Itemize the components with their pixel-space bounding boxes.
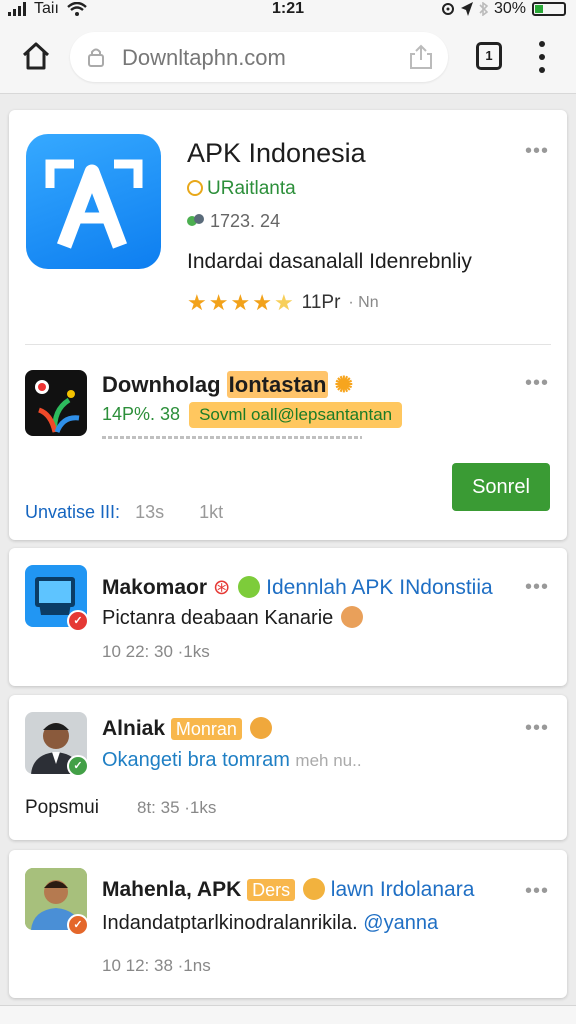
letter-a-logo [45, 159, 143, 249]
status-bar: Taiı 1:21 30% [0, 0, 576, 20]
divider [25, 344, 551, 345]
post-card[interactable]: ✓ Mahenla, APK Ders lawn Irdolanara ••• … [9, 850, 567, 998]
url-bar[interactable]: Downltaphn.com [70, 32, 448, 82]
post-card[interactable]: ✓ Makomaor ⊛ Idennlah APK INdonstiia •••… [9, 548, 567, 686]
verified-badge-icon: ✓ [67, 755, 89, 777]
post-link[interactable]: lawn Irdolanara [331, 878, 475, 901]
developer-text: URaitlanta [207, 178, 296, 199]
rating-text: 11Pr [301, 292, 341, 313]
post-card[interactable]: ✓ Alniak Monran ••• Okangeti bra tomram … [9, 695, 567, 840]
post-body-faint: meh nu.. [295, 751, 362, 770]
notification-badge-icon: ✓ [67, 610, 89, 632]
battery-fill [535, 5, 543, 13]
sun-emoji-icon: ✺ [334, 372, 354, 397]
post-tag: Monran [170, 718, 242, 740]
home-icon[interactable] [20, 40, 52, 72]
developer-name[interactable]: URaitlanta [187, 178, 296, 200]
app-card[interactable]: APK Indonesia ••• URaitlanta 1723. 24 In… [9, 110, 567, 540]
download-count: 1723. 24 [187, 211, 280, 232]
more-options-icon[interactable]: ••• [525, 880, 549, 903]
related-title-text: Downholag [102, 372, 221, 397]
tab-switcher-button[interactable]: 1 [476, 42, 502, 70]
faint-text-line [102, 436, 362, 439]
face-emoji-icon [340, 606, 363, 628]
bottom-navigation-bar [0, 1005, 576, 1024]
face-emoji-icon [302, 878, 325, 900]
status-right: 30% [441, 0, 566, 18]
battery-percent: 30% [493, 0, 526, 17]
location-icon [460, 2, 473, 16]
paint-splash-icon [35, 380, 80, 433]
app-description: Indardai dasanalall Idenrebnliy [187, 250, 472, 273]
related-meta-text: 14P%. 38 [102, 404, 181, 424]
download-count-text: 1723. 24 [210, 211, 281, 231]
related-tag: Sovml oall@lepsantantan [189, 402, 403, 428]
related-app-meta: 14P%. 38 Sovml oall@lepsantantan [102, 402, 403, 428]
footer-time: 13s [135, 502, 165, 522]
post-time: 10 22: 30 ·1ks [102, 642, 210, 661]
face-emoji-icon [249, 717, 272, 739]
rating-count: · Nn [348, 294, 379, 311]
bluetooth-icon [479, 2, 488, 16]
post-header: Makomaor ⊛ Idennlah APK INdonstiia [102, 575, 493, 600]
post-header: Alniak Monran [102, 717, 272, 741]
post-header: Mahenla, APK Ders lawn Irdolanara [102, 878, 474, 902]
related-app-title[interactable]: Downholag Iontastan ✺ [102, 371, 354, 398]
smile-emoji-icon [238, 576, 261, 598]
app-logo-icon [26, 134, 161, 269]
browser-toolbar: Downltaphn.com 1 [0, 20, 576, 94]
star-icon: ★ [208, 290, 229, 315]
post-body: Indandatptarlkinodralanrikila. @yanna [102, 912, 438, 935]
star-icon: ★ [187, 290, 207, 315]
more-options-icon[interactable]: ••• [525, 140, 549, 163]
rating-stars: ★ ★ ★ ★ ★ 11Pr · Nn [187, 290, 379, 316]
app-title: APK Indonesia [187, 138, 366, 168]
sync-icon [441, 3, 454, 15]
related-app-icon[interactable] [25, 370, 87, 436]
post-footer-label: Popsmui [25, 797, 99, 818]
post-tag: Ders [247, 879, 296, 901]
notification-badge-icon: ✓ [67, 914, 89, 936]
post-body: Pictanra deabaan Kanarie [102, 606, 363, 630]
people-icon [187, 214, 204, 226]
star-icon: ★ [230, 290, 251, 315]
half-star-icon: ★ [273, 290, 294, 315]
url-text[interactable]: Downltaphn.com [122, 45, 286, 71]
share-icon[interactable] [408, 44, 434, 70]
post-link[interactable]: Idennlah APK INdonstiia [266, 576, 493, 599]
related-footer: Unvatise III: 13s 1kt [25, 502, 223, 523]
post-body-text: Okangeti bra tomram [102, 749, 290, 771]
footer-count: 1kt [199, 502, 224, 522]
lock-icon [88, 48, 104, 67]
post-author[interactable]: Makomaor [102, 576, 207, 599]
post-author[interactable]: Mahenla, APK [102, 878, 241, 901]
star-icon: ★ [252, 290, 272, 315]
battery-icon [532, 2, 566, 16]
overflow-menu-icon[interactable] [532, 41, 552, 73]
related-title-highlight: Iontastan [226, 371, 329, 398]
emoji-icon: ⊛ [212, 576, 231, 599]
post-body: Okangeti bra tomram meh nu.. [102, 749, 362, 772]
more-options-icon[interactable]: ••• [525, 372, 549, 395]
related-action-button[interactable]: Sonrel [452, 463, 550, 511]
more-options-icon[interactable]: ••• [525, 576, 549, 599]
post-body-text: Indandatptarlkinodralanrikila. [102, 912, 358, 934]
post-body-text: Pictanra deabaan Kanarie [102, 607, 334, 629]
post-time: 10 12: 38 ·1ns [102, 956, 211, 975]
more-options-icon[interactable]: ••• [525, 717, 549, 740]
post-time: 8t: 35 ·1ks [137, 798, 217, 817]
post-mention[interactable]: @yanna [363, 912, 438, 934]
post-author[interactable]: Alniak [102, 717, 165, 740]
verified-badge-icon [187, 180, 203, 196]
footer-label[interactable]: Unvatise III: [25, 502, 120, 522]
